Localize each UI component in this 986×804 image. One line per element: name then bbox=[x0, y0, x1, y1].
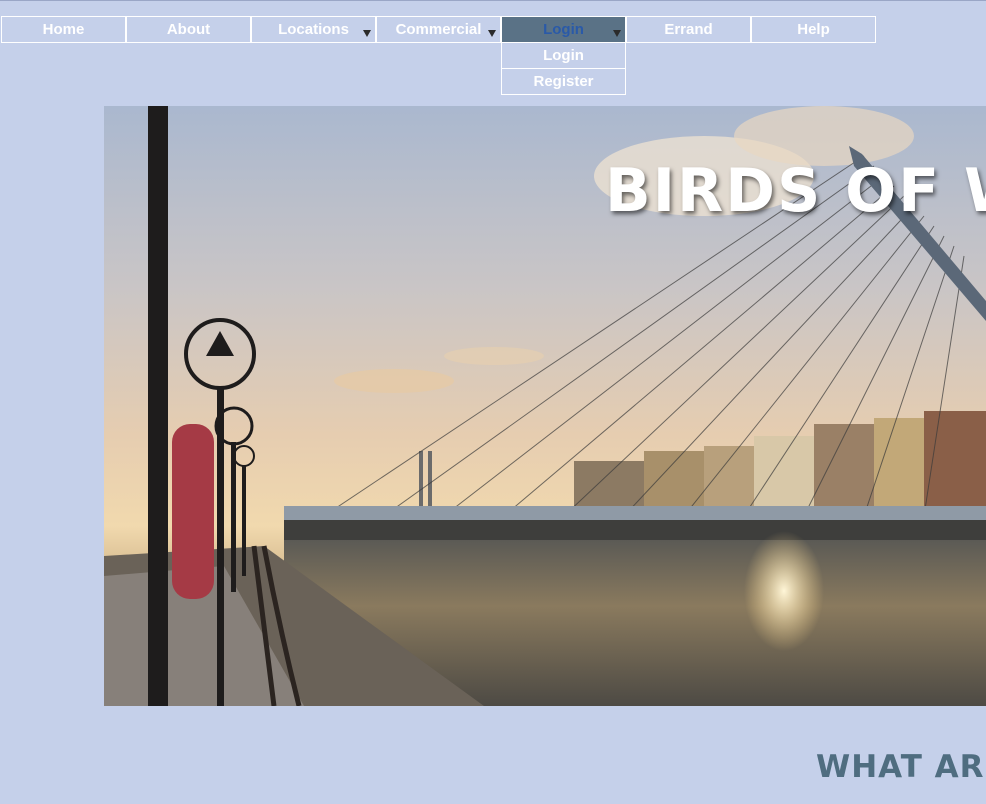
nav-login[interactable]: Login bbox=[501, 16, 626, 43]
dropdown-item-register[interactable]: Register bbox=[501, 69, 626, 95]
caret-down-icon bbox=[363, 30, 371, 37]
top-divider bbox=[0, 0, 986, 1]
nav-locations-label: Locations bbox=[278, 21, 349, 38]
caret-down-icon bbox=[613, 30, 621, 37]
nav-commercial[interactable]: Commercial bbox=[376, 16, 501, 43]
nav-login-label: Login bbox=[543, 21, 584, 38]
dropdown-login-label: Login bbox=[543, 47, 584, 64]
section-heading: WHAT ARE bbox=[816, 749, 986, 785]
nav-about[interactable]: About bbox=[126, 16, 251, 43]
nav-commercial-label: Commercial bbox=[395, 21, 482, 38]
nav-help-label: Help bbox=[797, 21, 830, 38]
caret-down-icon bbox=[488, 30, 496, 37]
login-dropdown-menu: Login Register bbox=[501, 43, 626, 95]
nav-locations[interactable]: Locations bbox=[251, 16, 376, 43]
nav-help[interactable]: Help bbox=[751, 16, 876, 43]
nav-errand[interactable]: Errand bbox=[626, 16, 751, 43]
nav-about-label: About bbox=[166, 21, 211, 38]
nav-errand-label: Errand bbox=[664, 21, 713, 38]
dropdown-item-login[interactable]: Login bbox=[501, 43, 626, 69]
hero-banner: BIRDS OF W bbox=[104, 106, 986, 706]
nav-home[interactable]: Home bbox=[1, 16, 126, 43]
dropdown-register-label: Register bbox=[533, 73, 594, 90]
hero-title: BIRDS OF W bbox=[605, 156, 986, 226]
page: Home About Locations Commercial Login Er… bbox=[0, 0, 986, 804]
nav-home-label: Home bbox=[42, 21, 85, 38]
